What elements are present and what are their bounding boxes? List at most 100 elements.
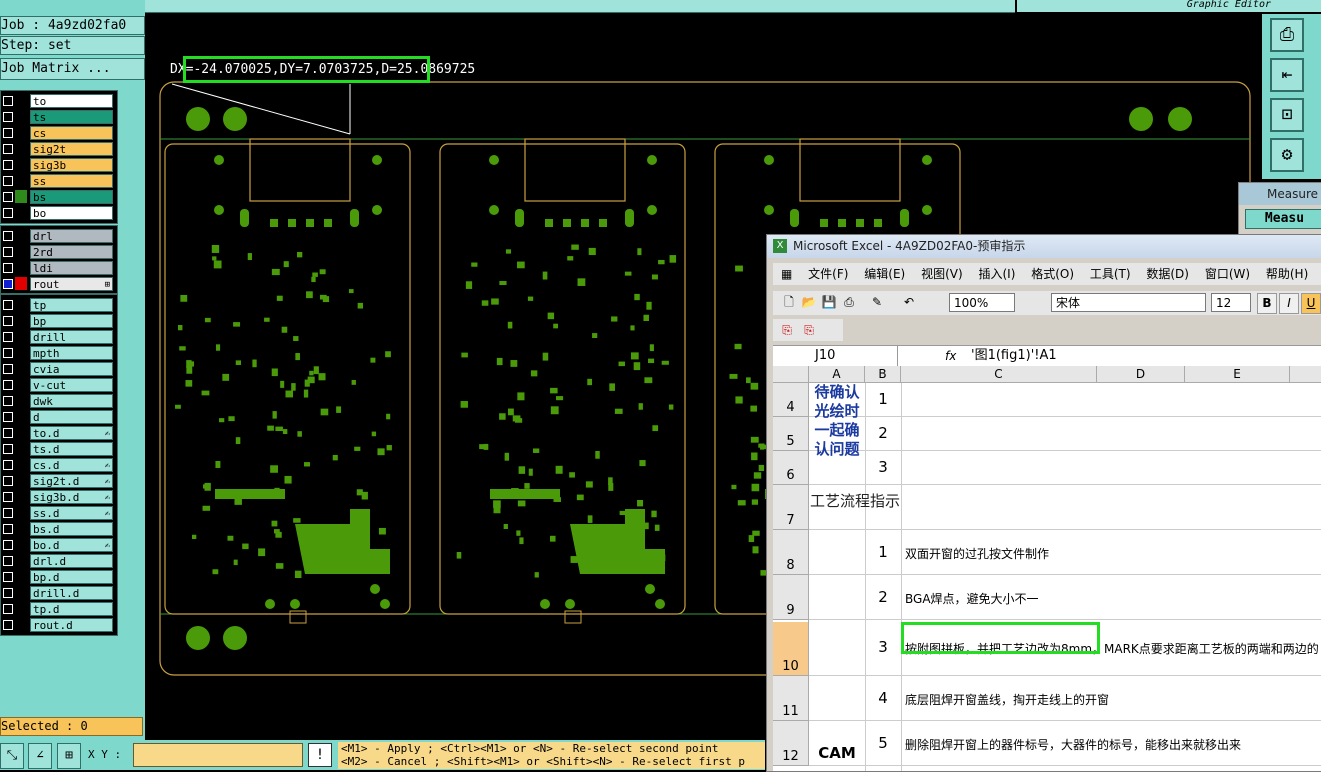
layer-checkbox[interactable]	[3, 620, 13, 630]
layer-swatch[interactable]	[15, 474, 27, 487]
layer-swatch[interactable]	[15, 458, 27, 471]
layer-name[interactable]: bs	[30, 190, 113, 204]
layer-name[interactable]: bo	[30, 206, 113, 220]
zoom-select[interactable]: 100%	[949, 293, 1015, 312]
layer-name[interactable]: tp	[30, 298, 113, 312]
cell-b[interactable]: 2	[865, 588, 901, 606]
layer-row[interactable]: sig2t	[1, 141, 117, 157]
layer-swatch[interactable]	[15, 378, 27, 391]
layer-swatch[interactable]	[15, 190, 27, 203]
layer-swatch[interactable]	[15, 245, 27, 258]
layer-row[interactable]: bo.d ✍	[1, 537, 117, 553]
layer-name[interactable]: bs.d	[30, 522, 113, 536]
layer-name[interactable]: ts	[30, 110, 113, 124]
layer-checkbox[interactable]	[3, 192, 13, 202]
layer-row[interactable]: sig3b.d ✍	[1, 489, 117, 505]
merged-cell-process[interactable]: 工艺流程指示	[809, 490, 901, 512]
layer-row[interactable]: dwk	[1, 393, 117, 409]
layer-swatch[interactable]	[15, 229, 27, 242]
row-header[interactable]: 8	[773, 530, 809, 575]
row-header[interactable]: 5	[773, 417, 809, 451]
layer-checkbox[interactable]	[3, 300, 13, 310]
cell-c[interactable]: BGA焊点，避免大小不一	[905, 590, 1039, 607]
name-box[interactable]: J10	[773, 346, 898, 366]
menu-window[interactable]: 窗口(W)	[1205, 267, 1250, 281]
layer-checkbox[interactable]	[3, 364, 13, 374]
layer-row[interactable]: ts.d	[1, 441, 117, 457]
layer-swatch[interactable]	[15, 554, 27, 567]
formula-input[interactable]: '图1(fig1)'!A1	[971, 346, 1057, 366]
layer-name[interactable]: drill.d	[30, 586, 113, 600]
layer-swatch[interactable]	[15, 602, 27, 615]
col-header-a[interactable]: A	[809, 366, 865, 383]
layer-name[interactable]: mpth	[30, 346, 113, 360]
col-header-b[interactable]: B	[865, 366, 901, 383]
cell-b[interactable]: 4	[865, 689, 901, 707]
layer-name[interactable]: ts.d	[30, 442, 113, 456]
menu-edit[interactable]: 编辑(E)	[864, 267, 905, 281]
layer-swatch[interactable]	[15, 277, 27, 290]
layer-name[interactable]: tp.d	[30, 602, 113, 616]
layer-swatch[interactable]	[15, 174, 27, 187]
layer-swatch[interactable]	[15, 346, 27, 359]
layer-checkbox[interactable]	[3, 604, 13, 614]
layer-row[interactable]: ss	[1, 173, 117, 189]
layer-name[interactable]: drl.d	[30, 554, 113, 568]
merged-cell-cam[interactable]: CAM	[809, 744, 865, 762]
menu-help[interactable]: 帮助(H)	[1266, 267, 1308, 281]
layer-name[interactable]: sig3b.d ✍	[30, 490, 113, 504]
layer-name[interactable]: rout.d	[30, 618, 113, 632]
layer-name[interactable]: bp.d	[30, 570, 113, 584]
clipboard-icon[interactable]: ⎙	[1270, 18, 1304, 52]
layer-name[interactable]: drl	[30, 229, 113, 243]
layer-row[interactable]: drill	[1, 329, 117, 345]
fit-view-icon[interactable]: ⊡	[1270, 98, 1304, 132]
layer-name[interactable]: d	[30, 410, 113, 424]
layer-swatch[interactable]	[15, 490, 27, 503]
layer-checkbox[interactable]	[3, 231, 13, 241]
measure-button[interactable]: Measu	[1245, 209, 1321, 229]
menu-file[interactable]: 文件(F)	[808, 267, 848, 281]
col-header-d[interactable]: D	[1097, 366, 1185, 383]
format-painter-icon[interactable]: ✎	[869, 294, 885, 310]
layer-checkbox[interactable]	[3, 572, 13, 582]
italic-button[interactable]: I	[1279, 293, 1299, 314]
menu-data[interactable]: 数据(D)	[1146, 267, 1189, 281]
col-header-f[interactable]	[1290, 366, 1321, 383]
cell-c[interactable]: 删除阻焊开窗上的器件标号，大器件的标号，能移出来就移出来	[905, 736, 1241, 753]
layer-checkbox[interactable]	[3, 316, 13, 326]
layer-swatch[interactable]	[15, 206, 27, 219]
layer-swatch[interactable]	[15, 538, 27, 551]
layer-name[interactable]: ss.d ✍	[30, 506, 113, 520]
layer-swatch[interactable]	[15, 298, 27, 311]
font-select[interactable]: 宋体	[1051, 293, 1206, 312]
layer-checkbox[interactable]	[3, 460, 13, 470]
layer-row[interactable]: cvia	[1, 361, 117, 377]
save-icon[interactable]: 💾	[821, 294, 837, 310]
layer-row[interactable]: mpth	[1, 345, 117, 361]
layer-checkbox[interactable]	[3, 128, 13, 138]
layer-checkbox[interactable]	[3, 263, 13, 273]
layer-checkbox[interactable]	[3, 144, 13, 154]
row-header[interactable]: 6	[773, 451, 809, 485]
job-matrix-button[interactable]: Job Matrix ...	[0, 58, 145, 80]
col-header-c[interactable]: C	[901, 366, 1097, 383]
layer-name[interactable]: rout ⊞	[30, 277, 113, 291]
layer-row[interactable]: drill.d	[1, 585, 117, 601]
layer-name[interactable]: sig2t	[30, 142, 113, 156]
layer-row[interactable]: to	[1, 93, 117, 109]
layer-checkbox[interactable]	[3, 412, 13, 422]
layer-name[interactable]: bp	[30, 314, 113, 328]
layer-checkbox[interactable]	[3, 444, 13, 454]
settings-icon[interactable]: ⚙	[1270, 138, 1304, 172]
layer-checkbox[interactable]	[3, 96, 13, 106]
layer-checkbox[interactable]	[3, 476, 13, 486]
layer-swatch[interactable]	[15, 158, 27, 171]
layer-swatch[interactable]	[15, 142, 27, 155]
layer-swatch[interactable]	[15, 586, 27, 599]
layer-checkbox[interactable]	[3, 508, 13, 518]
layer-row[interactable]: bp	[1, 313, 117, 329]
underline-button[interactable]: U	[1301, 293, 1321, 314]
layer-swatch[interactable]	[15, 126, 27, 139]
layer-checkbox[interactable]	[3, 588, 13, 598]
